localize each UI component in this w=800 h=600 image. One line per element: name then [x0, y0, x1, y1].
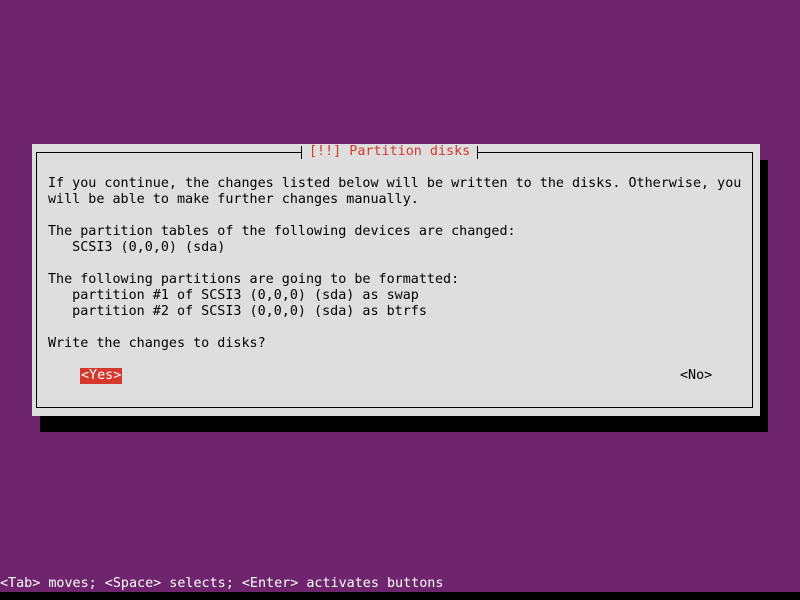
- no-button[interactable]: <No>: [680, 368, 712, 384]
- changed-device-item: SCSI3 (0,0,0) (sda): [48, 240, 226, 255]
- confirmation-question: Write the changes to disks?: [48, 336, 266, 351]
- yes-button[interactable]: <Yes>: [80, 368, 123, 384]
- partition-tables-heading: The partition tables of the following de…: [48, 224, 516, 239]
- intro-text-line-2: will be able to make further changes man…: [48, 192, 419, 207]
- bottom-bar: [0, 592, 800, 600]
- formatted-partition-item-1: partition #1 of SCSI3 (0,0,0) (sda) as s…: [48, 288, 419, 303]
- partition-disks-dialog: [!!] Partition disks If you continue, th…: [32, 144, 760, 416]
- formatted-partitions-heading: The following partitions are going to be…: [48, 272, 460, 287]
- keyboard-help-statusbar: <Tab> moves; <Space> selects; <Enter> ac…: [0, 576, 444, 591]
- formatted-partition-item-2: partition #2 of SCSI3 (0,0,0) (sda) as b…: [48, 304, 427, 319]
- intro-text-line-1: If you continue, the changes listed belo…: [48, 176, 742, 191]
- dialog-title: [!!] Partition disks: [301, 144, 479, 160]
